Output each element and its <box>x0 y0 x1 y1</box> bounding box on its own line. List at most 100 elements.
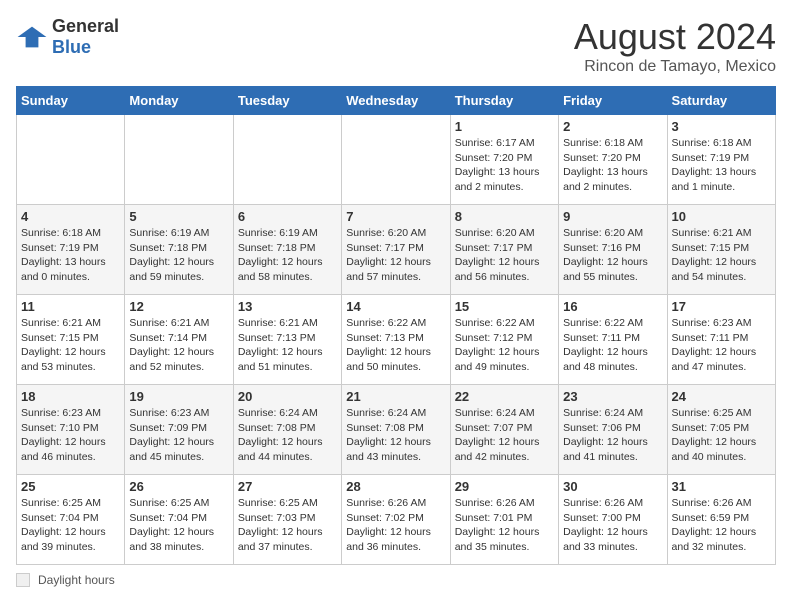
day-info: Sunrise: 6:18 AM Sunset: 7:19 PM Dayligh… <box>21 226 120 285</box>
calendar-cell: 20 Sunrise: 6:24 AM Sunset: 7:08 PM Dayli… <box>233 385 341 475</box>
calendar-cell: 29 Sunrise: 6:26 AM Sunset: 7:01 PM Dayli… <box>450 475 558 565</box>
day-number: 23 <box>563 389 662 404</box>
day-number: 21 <box>346 389 445 404</box>
day-info: Sunrise: 6:18 AM Sunset: 7:20 PM Dayligh… <box>563 136 662 195</box>
calendar-cell <box>342 115 450 205</box>
calendar-cell: 12 Sunrise: 6:21 AM Sunset: 7:14 PM Dayli… <box>125 295 233 385</box>
logo-general: General <box>52 16 119 36</box>
day-number: 3 <box>672 119 771 134</box>
calendar-cell: 31Sunrise: 6:26 AM Sunset: 6:59 PM Dayli… <box>667 475 775 565</box>
col-header-sunday: Sunday <box>17 87 125 115</box>
day-info: Sunrise: 6:21 AM Sunset: 7:14 PM Dayligh… <box>129 316 228 375</box>
calendar-cell: 24 Sunrise: 6:25 AM Sunset: 7:05 PM Dayli… <box>667 385 775 475</box>
legend-label: Daylight hours <box>38 573 115 587</box>
day-info: Sunrise: 6:17 AM Sunset: 7:20 PM Dayligh… <box>455 136 554 195</box>
day-info: Sunrise: 6:26 AM Sunset: 7:00 PM Dayligh… <box>563 496 662 555</box>
day-info: Sunrise: 6:25 AM Sunset: 7:05 PM Dayligh… <box>672 406 771 465</box>
calendar-cell: 2 Sunrise: 6:18 AM Sunset: 7:20 PM Daylig… <box>559 115 667 205</box>
day-number: 2 <box>563 119 662 134</box>
day-number: 19 <box>129 389 228 404</box>
week-row-2: 4 Sunrise: 6:18 AM Sunset: 7:19 PM Daylig… <box>17 205 776 295</box>
day-info: Sunrise: 6:26 AM Sunset: 7:01 PM Dayligh… <box>455 496 554 555</box>
calendar-cell <box>17 115 125 205</box>
calendar-table: SundayMondayTuesdayWednesdayThursdayFrid… <box>16 86 776 565</box>
day-info: Sunrise: 6:24 AM Sunset: 7:08 PM Dayligh… <box>346 406 445 465</box>
calendar-cell: 8 Sunrise: 6:20 AM Sunset: 7:17 PM Daylig… <box>450 205 558 295</box>
day-number: 17 <box>672 299 771 314</box>
calendar-cell: 5Sunrise: 6:19 AM Sunset: 7:18 PM Daylig… <box>125 205 233 295</box>
calendar-cell: 25 Sunrise: 6:25 AM Sunset: 7:04 PM Dayli… <box>17 475 125 565</box>
day-info: Sunrise: 6:21 AM Sunset: 7:13 PM Dayligh… <box>238 316 337 375</box>
day-number: 6 <box>238 209 337 224</box>
day-number: 26 <box>129 479 228 494</box>
col-header-wednesday: Wednesday <box>342 87 450 115</box>
logo: General Blue <box>16 16 119 58</box>
day-number: 24 <box>672 389 771 404</box>
calendar-header: SundayMondayTuesdayWednesdayThursdayFrid… <box>17 87 776 115</box>
calendar-cell <box>233 115 341 205</box>
day-info: Sunrise: 6:19 AM Sunset: 7:18 PM Dayligh… <box>238 226 337 285</box>
calendar-cell: 9 Sunrise: 6:20 AM Sunset: 7:16 PM Daylig… <box>559 205 667 295</box>
day-number: 11 <box>21 299 120 314</box>
col-header-friday: Friday <box>559 87 667 115</box>
calendar-cell: 22Sunrise: 6:24 AM Sunset: 7:07 PM Dayli… <box>450 385 558 475</box>
day-info: Sunrise: 6:22 AM Sunset: 7:11 PM Dayligh… <box>563 316 662 375</box>
calendar-cell: 17 Sunrise: 6:23 AM Sunset: 7:11 PM Dayli… <box>667 295 775 385</box>
calendar-cell: 6 Sunrise: 6:19 AM Sunset: 7:18 PM Daylig… <box>233 205 341 295</box>
day-info: Sunrise: 6:18 AM Sunset: 7:19 PM Dayligh… <box>672 136 771 195</box>
month-title: August 2024 <box>574 16 776 58</box>
calendar-cell: 18Sunrise: 6:23 AM Sunset: 7:10 PM Dayli… <box>17 385 125 475</box>
week-row-5: 25 Sunrise: 6:25 AM Sunset: 7:04 PM Dayli… <box>17 475 776 565</box>
calendar-cell: 16Sunrise: 6:22 AM Sunset: 7:11 PM Dayli… <box>559 295 667 385</box>
day-info: Sunrise: 6:20 AM Sunset: 7:16 PM Dayligh… <box>563 226 662 285</box>
week-row-1: 1Sunrise: 6:17 AM Sunset: 7:20 PM Daylig… <box>17 115 776 205</box>
day-number: 9 <box>563 209 662 224</box>
col-header-thursday: Thursday <box>450 87 558 115</box>
calendar-body: 1Sunrise: 6:17 AM Sunset: 7:20 PM Daylig… <box>17 115 776 565</box>
day-info: Sunrise: 6:25 AM Sunset: 7:04 PM Dayligh… <box>21 496 120 555</box>
day-info: Sunrise: 6:20 AM Sunset: 7:17 PM Dayligh… <box>346 226 445 285</box>
day-number: 20 <box>238 389 337 404</box>
day-info: Sunrise: 6:21 AM Sunset: 7:15 PM Dayligh… <box>672 226 771 285</box>
day-info: Sunrise: 6:23 AM Sunset: 7:11 PM Dayligh… <box>672 316 771 375</box>
calendar-cell: 21 Sunrise: 6:24 AM Sunset: 7:08 PM Dayli… <box>342 385 450 475</box>
day-info: Sunrise: 6:25 AM Sunset: 7:04 PM Dayligh… <box>129 496 228 555</box>
day-number: 8 <box>455 209 554 224</box>
day-number: 27 <box>238 479 337 494</box>
day-info: Sunrise: 6:24 AM Sunset: 7:08 PM Dayligh… <box>238 406 337 465</box>
day-number: 4 <box>21 209 120 224</box>
day-number: 12 <box>129 299 228 314</box>
week-row-4: 18Sunrise: 6:23 AM Sunset: 7:10 PM Dayli… <box>17 385 776 475</box>
col-header-monday: Monday <box>125 87 233 115</box>
calendar-cell: 14 Sunrise: 6:22 AM Sunset: 7:13 PM Dayli… <box>342 295 450 385</box>
calendar-cell: 13Sunrise: 6:21 AM Sunset: 7:13 PM Dayli… <box>233 295 341 385</box>
calendar-cell: 27Sunrise: 6:25 AM Sunset: 7:03 PM Dayli… <box>233 475 341 565</box>
col-header-tuesday: Tuesday <box>233 87 341 115</box>
logo-icon <box>16 25 48 49</box>
calendar-cell: 26 Sunrise: 6:25 AM Sunset: 7:04 PM Dayli… <box>125 475 233 565</box>
day-number: 29 <box>455 479 554 494</box>
calendar-cell: 3 Sunrise: 6:18 AM Sunset: 7:19 PM Daylig… <box>667 115 775 205</box>
day-number: 25 <box>21 479 120 494</box>
day-info: Sunrise: 6:22 AM Sunset: 7:13 PM Dayligh… <box>346 316 445 375</box>
calendar-cell: 7 Sunrise: 6:20 AM Sunset: 7:17 PM Daylig… <box>342 205 450 295</box>
week-row-3: 11Sunrise: 6:21 AM Sunset: 7:15 PM Dayli… <box>17 295 776 385</box>
day-info: Sunrise: 6:26 AM Sunset: 6:59 PM Dayligh… <box>672 496 771 555</box>
day-info: Sunrise: 6:19 AM Sunset: 7:18 PM Dayligh… <box>129 226 228 285</box>
calendar-cell: 11Sunrise: 6:21 AM Sunset: 7:15 PM Dayli… <box>17 295 125 385</box>
day-number: 28 <box>346 479 445 494</box>
calendar-cell: 10Sunrise: 6:21 AM Sunset: 7:15 PM Dayli… <box>667 205 775 295</box>
calendar-cell: 23 Sunrise: 6:24 AM Sunset: 7:06 PM Dayli… <box>559 385 667 475</box>
logo-blue: Blue <box>52 37 91 57</box>
day-number: 30 <box>563 479 662 494</box>
day-info: Sunrise: 6:24 AM Sunset: 7:07 PM Dayligh… <box>455 406 554 465</box>
day-info: Sunrise: 6:24 AM Sunset: 7:06 PM Dayligh… <box>563 406 662 465</box>
day-number: 15 <box>455 299 554 314</box>
calendar-cell: 15 Sunrise: 6:22 AM Sunset: 7:12 PM Dayli… <box>450 295 558 385</box>
day-info: Sunrise: 6:22 AM Sunset: 7:12 PM Dayligh… <box>455 316 554 375</box>
calendar-cell: 4 Sunrise: 6:18 AM Sunset: 7:19 PM Daylig… <box>17 205 125 295</box>
day-info: Sunrise: 6:20 AM Sunset: 7:17 PM Dayligh… <box>455 226 554 285</box>
day-number: 14 <box>346 299 445 314</box>
day-number: 18 <box>21 389 120 404</box>
day-number: 7 <box>346 209 445 224</box>
